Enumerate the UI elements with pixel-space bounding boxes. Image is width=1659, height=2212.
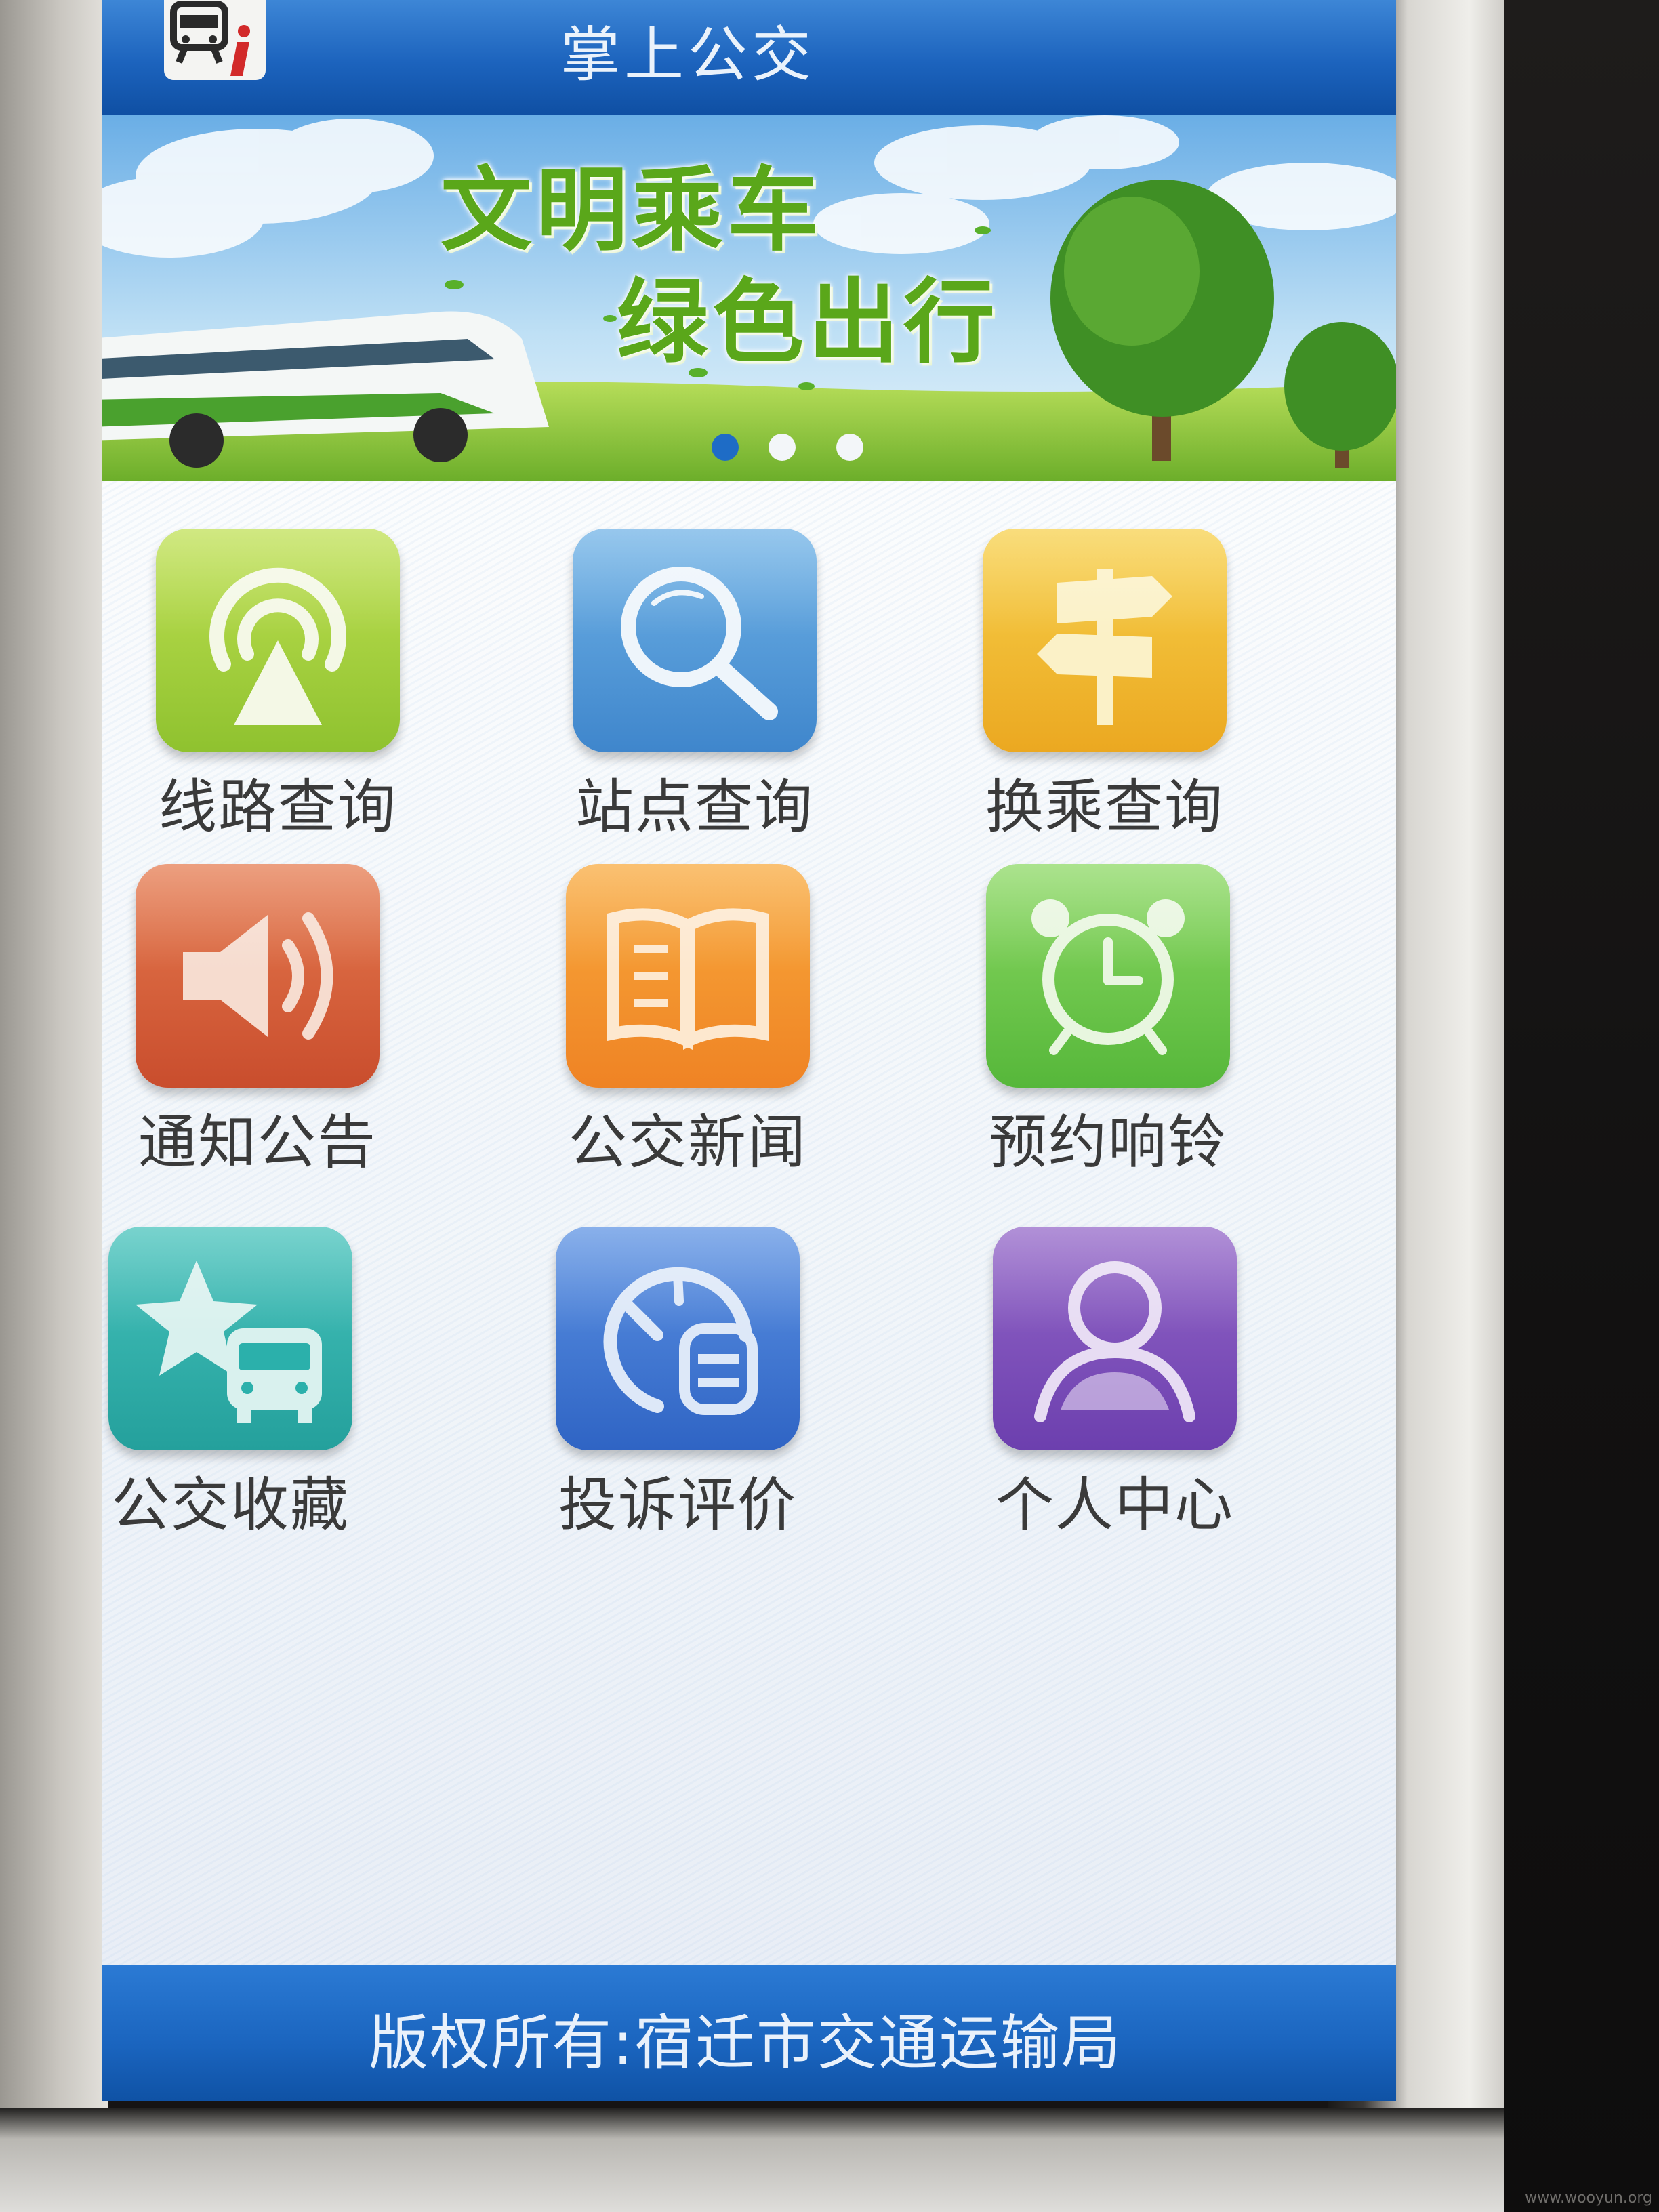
broadcast-icon[interactable] — [156, 529, 400, 752]
banner-dot-3[interactable] — [836, 434, 863, 461]
gauge-icon[interactable] — [556, 1227, 800, 1450]
book-icon[interactable] — [566, 864, 810, 1088]
speaker-icon[interactable] — [136, 864, 380, 1088]
star-bus-icon[interactable] — [108, 1227, 352, 1450]
promo-banner[interactable]: 文明乘车 绿色出行 — [102, 115, 1396, 481]
person-icon[interactable] — [993, 1227, 1237, 1450]
alarm-clock-icon[interactable] — [986, 864, 1230, 1088]
page-title: 掌上公交 — [560, 20, 815, 89]
menu-item-label: 投诉评价 — [558, 1471, 797, 1539]
signpost-icon[interactable] — [983, 529, 1227, 752]
magnifier-icon[interactable] — [573, 529, 817, 752]
banner-pagination — [102, 434, 1396, 461]
menu-item-label: 个人中心 — [996, 1471, 1234, 1539]
title-bar: 掌上公交 — [102, 0, 1396, 115]
menu-item-label: 预约响铃 — [989, 1109, 1227, 1176]
menu-item-label: 线路查询 — [159, 773, 397, 841]
banner-slogan-line2: 绿色出行 — [617, 269, 999, 375]
watermark: www.wooyun.org — [1525, 2190, 1652, 2207]
menu-item-label: 站点查询 — [575, 773, 814, 841]
menu-item-label: 换乘查询 — [985, 773, 1224, 841]
menu-item-label: 公交新闻 — [569, 1109, 807, 1176]
background-surface — [1504, 0, 1659, 2212]
menu-item-label: 通知公告 — [138, 1109, 377, 1176]
banner-dot-1[interactable] — [712, 434, 739, 461]
menu-grid: 线路查询 站点查询 换乘查询 通知公告 公交新闻 预约响铃 公交收藏 投诉评价 … — [102, 481, 1396, 1965]
footer-bar: 版权所有:宿迁市交通运输局 — [102, 1965, 1396, 2101]
app-screen: 掌上公交 文明乘车 绿色出行 线路查询 站点查询 换乘查询 通知公告 公交新闻 … — [102, 0, 1396, 2101]
phone-bezel-bottom — [0, 2108, 1504, 2212]
menu-item-label: 公交收藏 — [111, 1471, 350, 1539]
copyright-text: 版权所有:宿迁市交通运输局 — [369, 2008, 1122, 2078]
phone-bezel-left — [0, 0, 108, 2212]
banner-dot-2[interactable] — [769, 434, 796, 461]
